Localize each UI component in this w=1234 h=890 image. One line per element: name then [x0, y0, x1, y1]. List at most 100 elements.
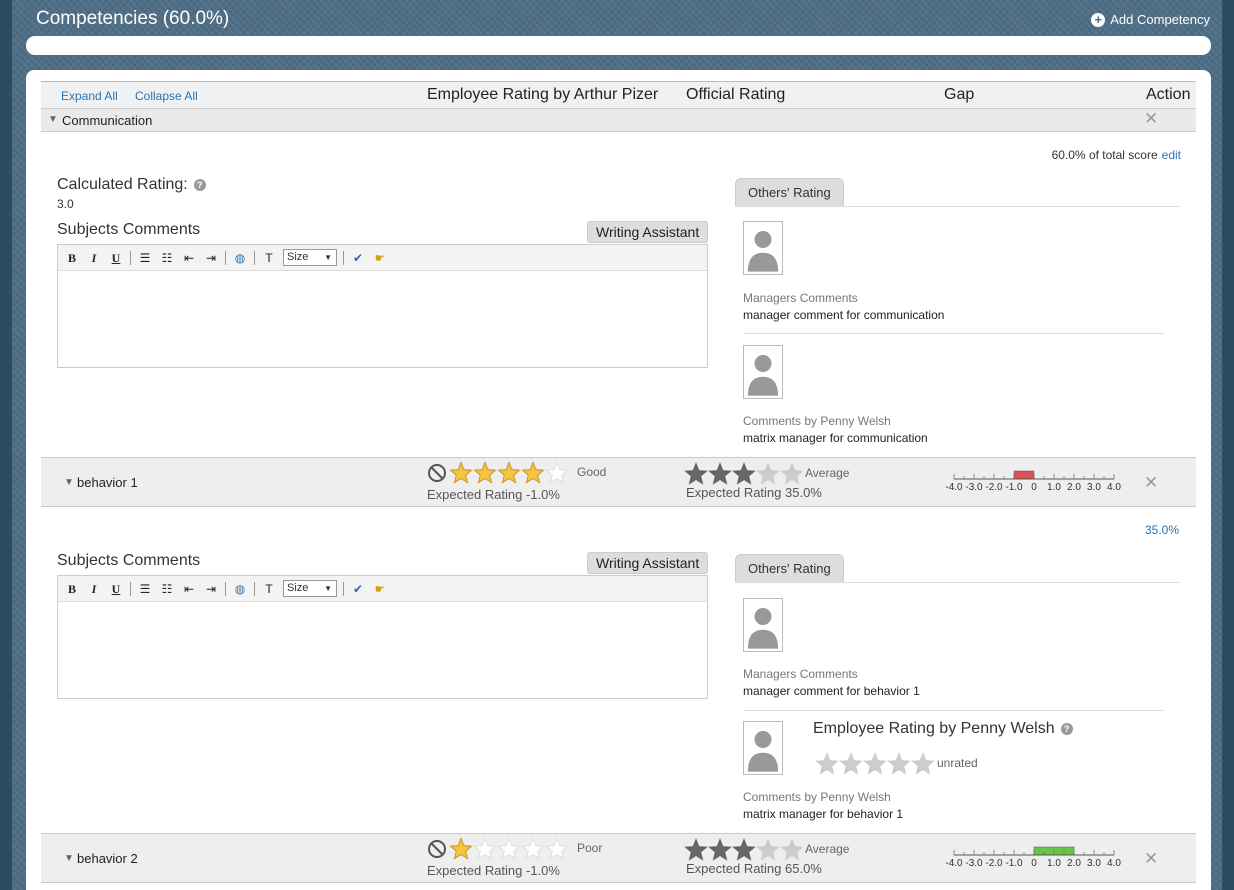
avatar: [743, 221, 783, 275]
spellcheck-icon[interactable]: ✔: [350, 581, 366, 597]
remove-format-icon[interactable]: T: [261, 250, 277, 266]
numbered-list-icon[interactable]: ☰: [137, 581, 153, 597]
tab-others-rating[interactable]: Others' Rating: [735, 554, 844, 582]
bold-icon[interactable]: B: [64, 581, 80, 597]
no-rating-icon[interactable]: [426, 462, 448, 484]
column-header: Expand All Collapse All Employee Rating …: [41, 81, 1196, 109]
outdent-icon[interactable]: ⇤: [181, 581, 197, 597]
star-empty-icon[interactable]: [545, 461, 569, 485]
official-rating-stars[interactable]: [684, 838, 804, 862]
star-empty-icon[interactable]: [545, 837, 569, 861]
toolbar-separator: [225, 250, 226, 265]
star-empty-icon[interactable]: [780, 838, 804, 862]
hand-pointer-icon[interactable]: ☛: [372, 250, 388, 266]
star-empty-icon[interactable]: [911, 752, 935, 776]
official-rating-stars[interactable]: [684, 462, 804, 486]
indent-icon[interactable]: ⇥: [203, 250, 219, 266]
collapse-triangle-icon[interactable]: ▼: [64, 853, 74, 864]
star-filled-icon[interactable]: [449, 837, 473, 861]
bullet-list-icon[interactable]: ☷: [159, 581, 175, 597]
star-filled-icon[interactable]: [473, 461, 497, 485]
toolbar-separator: [343, 581, 344, 596]
spellcheck-icon[interactable]: ✔: [350, 250, 366, 266]
star-filled-icon[interactable]: [732, 838, 756, 862]
penny-rating-title-text: Employee Rating by Penny Welsh: [813, 720, 1055, 737]
managers-comments-text: manager comment for communication: [743, 308, 945, 322]
employee-rating-stars[interactable]: [426, 461, 569, 485]
star-filled-icon[interactable]: [497, 461, 521, 485]
underline-icon[interactable]: U: [108, 250, 124, 266]
employee-rating-stars[interactable]: [426, 837, 569, 861]
gap-tick-label: -4.0: [945, 482, 963, 493]
col-official-rating: Official Rating: [686, 86, 786, 103]
star-empty-icon[interactable]: [756, 838, 780, 862]
collapse-all-link[interactable]: Collapse All: [135, 89, 198, 103]
star-empty-icon[interactable]: [497, 837, 521, 861]
help-icon[interactable]: ?: [1060, 722, 1073, 735]
penny-comments-title: Comments by Penny Welsh: [743, 414, 891, 428]
hand-pointer-icon[interactable]: ☛: [372, 581, 388, 597]
calculated-rating-label: Calculated Rating:?: [57, 176, 206, 194]
col-gap: Gap: [944, 86, 975, 103]
edit-weight-link[interactable]: edit: [1162, 148, 1181, 162]
subjects-comments-textarea[interactable]: [58, 602, 707, 698]
add-competency-button[interactable]: + Add Competency: [1091, 12, 1210, 27]
font-size-select[interactable]: Size: [283, 249, 337, 266]
tab-others-rating[interactable]: Others' Rating: [735, 178, 844, 206]
behavior-row[interactable]: ▼ behavior 1 Good Expected Rating -1.0% …: [41, 457, 1196, 507]
behavior-row[interactable]: ▼ behavior 2 Poor Expected Rating -1.0% …: [41, 833, 1196, 883]
remove-behavior-icon[interactable]: ✕: [1144, 473, 1158, 493]
behavior-weight[interactable]: 35.0%: [1145, 523, 1179, 537]
penny-rating-stars[interactable]: [815, 752, 935, 776]
star-filled-icon[interactable]: [708, 838, 732, 862]
star-empty-icon[interactable]: [780, 462, 804, 486]
score-text: 60.0% of total score: [1051, 148, 1158, 162]
numbered-list-icon[interactable]: ☰: [137, 250, 153, 266]
star-filled-icon[interactable]: [684, 462, 708, 486]
star-filled-icon[interactable]: [449, 461, 473, 485]
italic-icon[interactable]: I: [86, 250, 102, 266]
indent-icon[interactable]: ⇥: [203, 581, 219, 597]
collapse-triangle-icon[interactable]: ▼: [64, 477, 74, 488]
managers-comments-title: Managers Comments: [743, 667, 858, 681]
star-filled-icon[interactable]: [708, 462, 732, 486]
help-icon[interactable]: ?: [193, 178, 206, 191]
star-empty-icon[interactable]: [863, 752, 887, 776]
font-size-select[interactable]: Size: [283, 580, 337, 597]
plus-circle-icon: +: [1091, 12, 1106, 27]
star-empty-icon[interactable]: [815, 752, 839, 776]
outdent-icon[interactable]: ⇤: [181, 250, 197, 266]
remove-format-icon[interactable]: T: [261, 581, 277, 597]
comment-divider: [743, 333, 1164, 334]
star-empty-icon[interactable]: [887, 752, 911, 776]
subjects-comments-textarea[interactable]: [58, 271, 707, 367]
star-filled-icon[interactable]: [684, 838, 708, 862]
tab-underline: [735, 582, 1180, 583]
writing-assistant-button[interactable]: Writing Assistant: [587, 221, 709, 243]
underline-icon[interactable]: U: [108, 581, 124, 597]
star-empty-icon[interactable]: [473, 837, 497, 861]
calculated-rating-value: 3.0: [57, 197, 74, 211]
no-rating-icon[interactable]: [426, 838, 448, 860]
star-filled-icon[interactable]: [732, 462, 756, 486]
behavior-name: behavior 1: [77, 475, 138, 490]
writing-assistant-button[interactable]: Writing Assistant: [587, 552, 709, 574]
star-empty-icon[interactable]: [839, 752, 863, 776]
competency-row[interactable]: ▼ Communication ✕: [41, 109, 1196, 132]
gap-tick-label: 2.0: [1067, 482, 1081, 493]
star-empty-icon[interactable]: [756, 462, 780, 486]
toolbar-separator: [343, 250, 344, 265]
link-globe-icon[interactable]: ◍: [232, 250, 248, 266]
collapse-triangle-icon[interactable]: ▼: [48, 114, 58, 125]
italic-icon[interactable]: I: [86, 581, 102, 597]
expand-all-link[interactable]: Expand All: [61, 89, 118, 103]
star-empty-icon[interactable]: [521, 837, 545, 861]
bullet-list-icon[interactable]: ☷: [159, 250, 175, 266]
remove-behavior-icon[interactable]: ✕: [1144, 849, 1158, 869]
toolbar-separator: [225, 581, 226, 596]
link-globe-icon[interactable]: ◍: [232, 581, 248, 597]
star-filled-icon[interactable]: [521, 461, 545, 485]
remove-competency-icon[interactable]: ✕: [1144, 109, 1158, 129]
penny-rating-label: unrated: [937, 756, 978, 770]
bold-icon[interactable]: B: [64, 250, 80, 266]
